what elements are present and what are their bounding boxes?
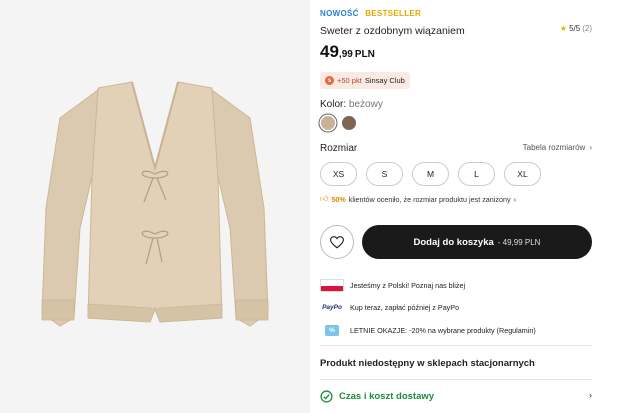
price-decimal: ,99 xyxy=(338,49,353,60)
color-label: Kolor: beżowy xyxy=(320,99,383,110)
chevron-right-icon: › xyxy=(589,143,592,152)
rating-value: 5/5 xyxy=(569,24,581,33)
club-points-badge: s +50 pkt Sinsay Club xyxy=(320,72,410,89)
product-title: Sweter z ozdobnym wiązaniem xyxy=(320,25,465,37)
heart-icon xyxy=(330,235,344,248)
info-paypo-text: Kup teraz, zapłać później z PayPo xyxy=(350,303,460,312)
percent-tag-icon: % xyxy=(320,324,344,337)
paypo-logo: PayPo xyxy=(322,304,342,311)
size-options: XS S M L XL xyxy=(320,162,541,186)
add-to-cart-label: Dodaj do koszyka xyxy=(413,236,494,248)
price-currency: PLN xyxy=(354,49,375,60)
delivery-info-row[interactable]: Czas i koszt dostawy › xyxy=(320,390,592,403)
info-polish-text: Jesteśmy z Polski! Poznaj nas bliżej xyxy=(350,281,466,290)
info-row-paypo[interactable]: PayPo Kup teraz, zapłać później z PayPo xyxy=(320,301,459,314)
color-label-text: Kolor: xyxy=(320,99,347,110)
fit-info[interactable]: 👍︎ 50% klientów oceniło, że rozmiar prod… xyxy=(320,194,516,204)
polish-flag-icon xyxy=(320,279,344,292)
color-value: beżowy xyxy=(348,99,383,110)
product-image[interactable] xyxy=(0,0,310,413)
store-unavailable: Produkt niedostępny w sklepach stacjonar… xyxy=(320,358,535,369)
add-to-cart-price: - 49,99 PLN xyxy=(497,237,541,247)
delivery-label: Czas i koszt dostawy xyxy=(339,391,435,402)
size-option-m[interactable]: M xyxy=(412,162,449,186)
check-circle-icon xyxy=(320,390,333,403)
thumbs-up-icon: 👍︎ xyxy=(320,194,329,203)
chevron-right-icon: › xyxy=(588,390,592,401)
badge-new: NOWOŚĆ xyxy=(320,9,359,18)
badge-bestseller: BESTSELLER xyxy=(365,9,422,18)
divider xyxy=(320,379,592,380)
fit-percent: 50% xyxy=(331,194,346,204)
info-row-polish[interactable]: Jesteśmy z Polski! Poznaj nas bliżej xyxy=(320,279,465,292)
size-option-l[interactable]: L xyxy=(458,162,495,186)
divider xyxy=(320,345,592,346)
wishlist-button[interactable] xyxy=(320,225,354,259)
info-promo-text: LETNIE OKAZJE: -20% na wybrane produkty … xyxy=(350,326,536,335)
rating-count: (2) xyxy=(582,24,592,33)
product-details: NOWOŚĆ BESTSELLER ★ 5/5 (2) Sweter z ozd… xyxy=(320,0,592,413)
add-to-cart-button[interactable]: Dodaj do koszyka - 49,99 PLN xyxy=(362,225,592,259)
club-name: Sinsay Club xyxy=(364,76,405,85)
club-icon: s xyxy=(325,76,334,85)
rating[interactable]: ★ 5/5 (2) xyxy=(560,24,592,33)
size-table-link[interactable]: Tabela rozmiarów › xyxy=(523,143,592,152)
product-badges: NOWOŚĆ BESTSELLER xyxy=(320,9,421,18)
price-integer: 49 xyxy=(320,42,339,61)
color-swatch-beige[interactable] xyxy=(321,116,335,130)
fit-text: klientów oceniło, że rozmiar produktu je… xyxy=(348,194,511,204)
size-option-s[interactable]: S xyxy=(366,162,403,186)
color-swatch-brown[interactable] xyxy=(342,116,356,130)
size-table-label: Tabela rozmiarów xyxy=(522,143,586,152)
club-points: +50 pkt xyxy=(337,76,362,85)
star-icon: ★ xyxy=(559,24,568,33)
info-row-promo[interactable]: % LETNIE OKAZJE: -20% na wybrane produkt… xyxy=(320,324,536,337)
product-price: 49,99 PLN xyxy=(320,42,375,62)
size-option-xl[interactable]: XL xyxy=(504,162,541,186)
size-option-xs[interactable]: XS xyxy=(320,162,357,186)
cardigan-image xyxy=(41,81,269,327)
size-label: Rozmiar xyxy=(320,143,358,154)
chevron-right-icon: › xyxy=(513,194,516,204)
